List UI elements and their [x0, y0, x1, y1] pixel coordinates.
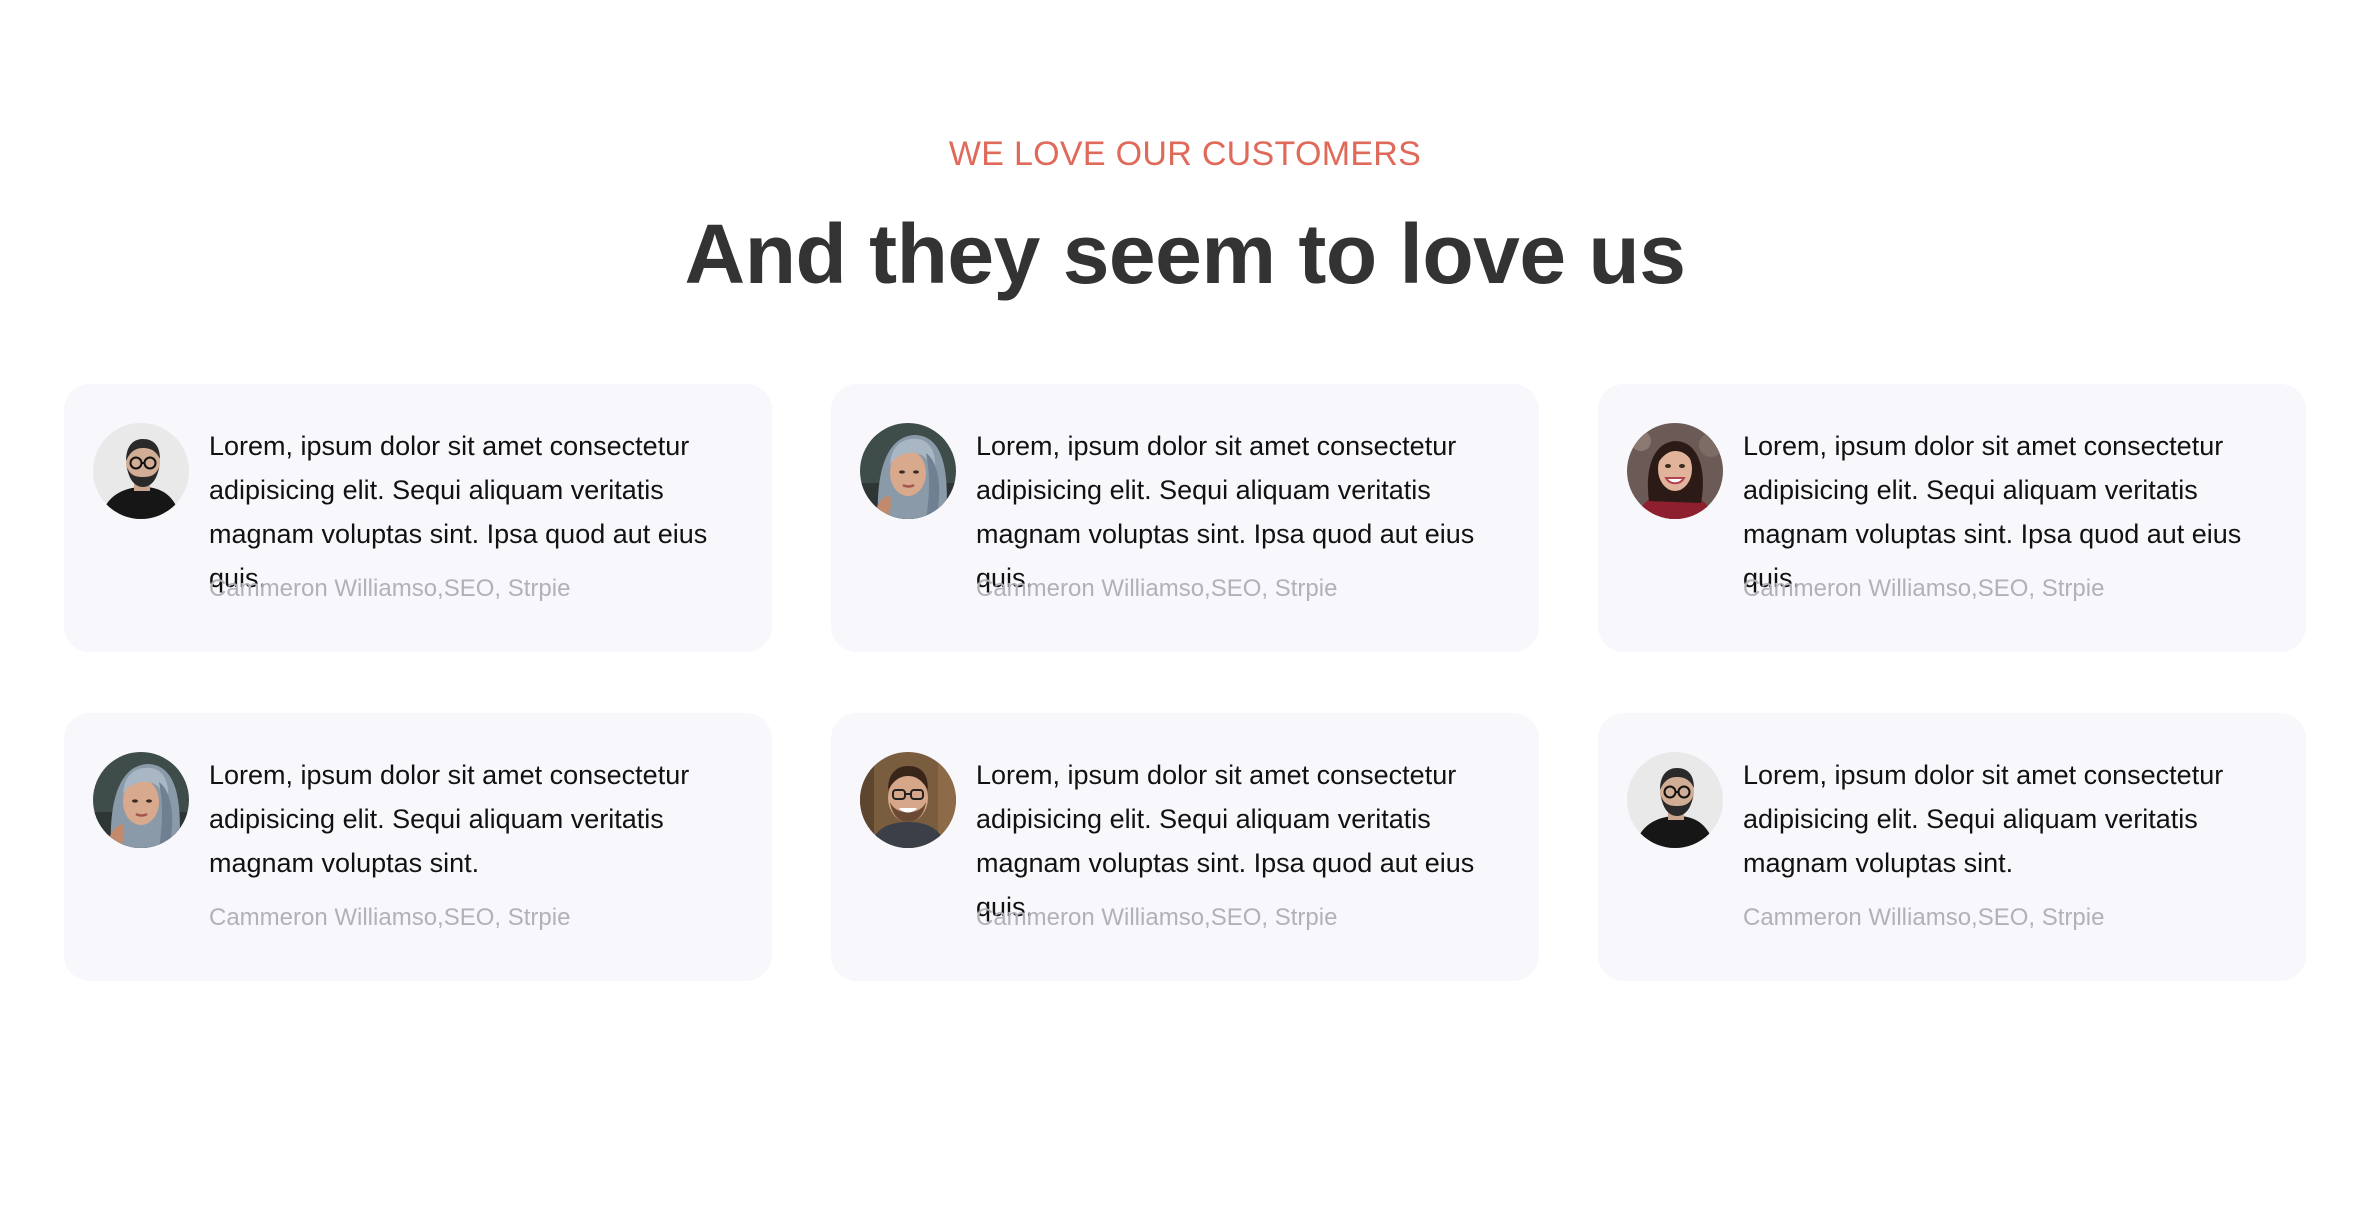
testimonial-author: Cammeron Williamso,SEO, Strpie [976, 904, 1338, 931]
woman-grey-hair-avatar-icon [860, 423, 956, 519]
section-eyebrow: WE LOVE OUR CUSTOMERS [948, 135, 1422, 173]
testimonial-card: Lorem, ipsum dolor sit amet consectetur … [831, 713, 1539, 981]
woman-grey-hair-avatar-icon [93, 752, 189, 848]
testimonials-section: WE LOVE OUR CUSTOMERS And they seem to l… [0, 0, 2370, 1212]
testimonial-card: Lorem, ipsum dolor sit amet consectetur … [1598, 384, 2306, 652]
testimonial-author: Cammeron Williamso,SEO, Strpie [976, 575, 1338, 602]
testimonial-card: Lorem, ipsum dolor sit amet consectetur … [64, 384, 772, 652]
testimonial-card: Lorem, ipsum dolor sit amet consectetur … [831, 384, 1539, 652]
testimonial-quote: Lorem, ipsum dolor sit amet consectetur … [209, 760, 690, 878]
man-glasses-beard-avatar-icon [93, 423, 189, 519]
testimonial-author: Cammeron Williamso,SEO, Strpie [1743, 575, 2105, 602]
man-glasses-beard-avatar-icon [1627, 752, 1723, 848]
woman-smiling-avatar-icon [1627, 423, 1723, 519]
man-smiling-glasses-avatar-icon [860, 752, 956, 848]
testimonial-author: Cammeron Williamso,SEO, Strpie [1743, 904, 2105, 931]
testimonial-card: Lorem, ipsum dolor sit amet consectetur … [1598, 713, 2306, 981]
testimonial-card: Lorem, ipsum dolor sit amet consectetur … [64, 713, 772, 981]
testimonial-quote: Lorem, ipsum dolor sit amet consectetur … [1743, 760, 2224, 878]
section-headline: And they seem to love us [684, 207, 1686, 301]
testimonial-author: Cammeron Williamso,SEO, Strpie [209, 575, 571, 602]
testimonial-author: Cammeron Williamso,SEO, Strpie [209, 904, 571, 931]
